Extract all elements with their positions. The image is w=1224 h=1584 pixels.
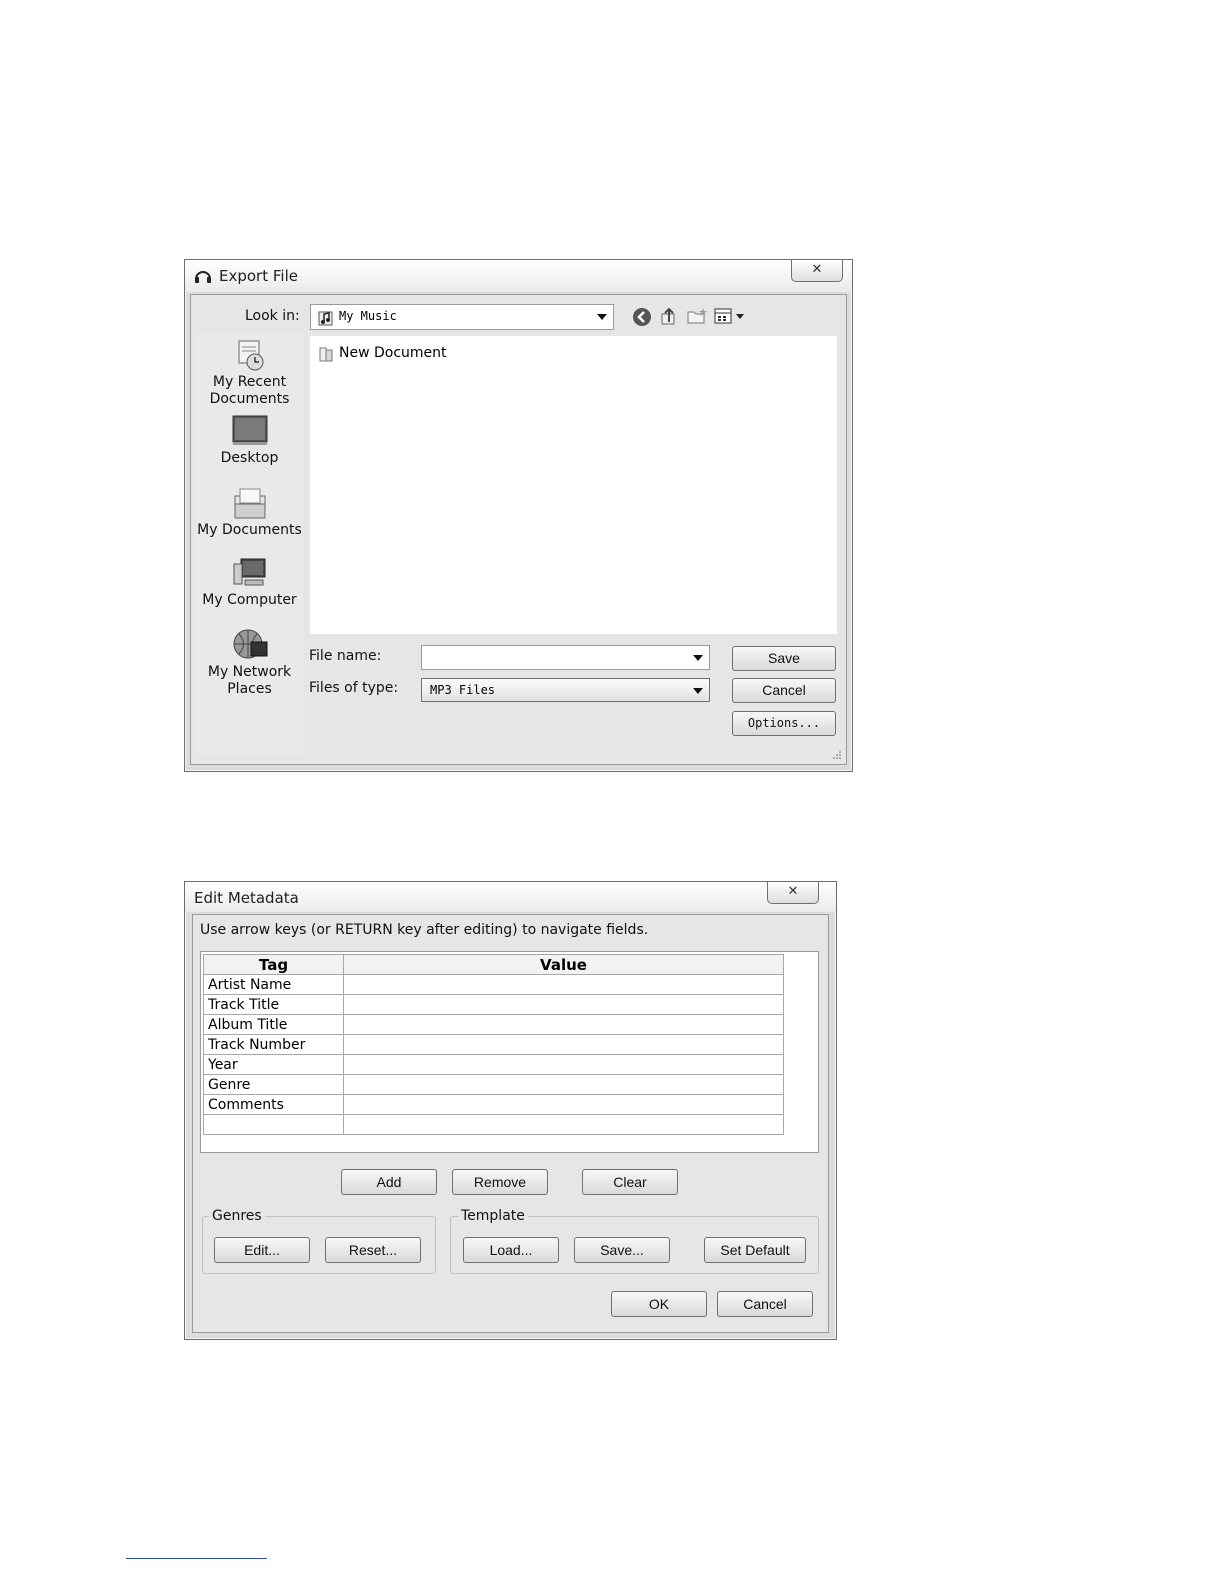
genres-reset-button[interactable]: Reset... (325, 1237, 421, 1263)
music-folder-icon (318, 311, 333, 326)
instructions-text: Use arrow keys (or RETURN key after edit… (200, 922, 649, 938)
chevron-down-icon (693, 655, 703, 661)
metadata-title-bar[interactable]: Edit Metadata ✕ (185, 882, 836, 912)
value-cell[interactable] (343, 1074, 784, 1095)
value-cell[interactable] (343, 1094, 784, 1115)
network-globe-icon (233, 629, 267, 659)
place-label-line1: My Network (207, 664, 292, 680)
table-row[interactable]: Comments (203, 1094, 784, 1115)
files-of-type-value: MP3 Files (430, 683, 496, 697)
file-list[interactable]: New Document (310, 336, 837, 634)
value-cell[interactable] (343, 1014, 784, 1035)
place-label-line1: My Recent (212, 374, 287, 390)
value-cell[interactable] (343, 1114, 784, 1135)
up-folder-icon[interactable] (659, 306, 679, 326)
look-in-label: Look in: (245, 308, 300, 324)
tag-cell[interactable]: Album Title (203, 1014, 344, 1035)
cancel-button[interactable]: Cancel (732, 678, 836, 703)
look-in-value: My Music (339, 309, 397, 323)
table-row[interactable]: Track Number (203, 1034, 784, 1055)
close-icon: ✕ (787, 884, 799, 899)
recent-documents-icon (238, 340, 263, 371)
folder-icon (319, 347, 333, 362)
ok-button[interactable]: OK (611, 1291, 707, 1317)
file-name-label: File name: (309, 648, 382, 664)
column-header-tag[interactable]: Tag (203, 954, 344, 975)
value-cell[interactable] (343, 1034, 784, 1055)
table-row[interactable] (203, 1114, 784, 1135)
value-cell[interactable] (343, 974, 784, 995)
template-save-button[interactable]: Save... (574, 1237, 670, 1263)
set-default-button[interactable]: Set Default (704, 1237, 806, 1263)
genres-group-title: Genres (209, 1208, 265, 1224)
place-desktop[interactable]: Desktop (196, 414, 303, 467)
headphones-icon (195, 271, 211, 283)
close-icon: ✕ (811, 262, 823, 277)
table-row[interactable]: Genre (203, 1074, 784, 1095)
table-row[interactable]: Album Title (203, 1014, 784, 1035)
column-header-value[interactable]: Value (343, 954, 784, 975)
tag-cell[interactable]: Genre (203, 1074, 344, 1095)
chevron-down-icon (597, 314, 607, 320)
tag-cell[interactable]: Year (203, 1054, 344, 1075)
metadata-cancel-button[interactable]: Cancel (717, 1291, 813, 1317)
place-label-line2: Places (227, 681, 272, 697)
footnote-divider (126, 1558, 267, 1559)
my-documents-icon (234, 488, 265, 519)
value-cell[interactable] (343, 994, 784, 1015)
resize-grip-icon[interactable] (830, 748, 842, 760)
files-of-type-select[interactable]: MP3 Files (421, 678, 710, 702)
add-button[interactable]: Add (341, 1169, 437, 1195)
save-button[interactable]: Save (732, 646, 836, 671)
place-label-line2: Documents (209, 391, 290, 407)
computer-icon (233, 558, 265, 586)
tag-cell[interactable]: Track Title (203, 994, 344, 1015)
place-label: My Computer (202, 592, 297, 608)
export-title-bar[interactable]: Export File ✕ (185, 260, 852, 292)
place-my-recent-documents[interactable]: My Recent Documents (196, 338, 303, 408)
place-label: My Documents (197, 522, 302, 538)
metadata-dialog-title: Edit Metadata (194, 889, 299, 907)
value-cell[interactable] (343, 1054, 784, 1075)
export-dialog-title: Export File (219, 267, 298, 285)
files-of-type-label: Files of type: (309, 680, 399, 696)
chevron-down-icon (693, 688, 703, 694)
template-load-button[interactable]: Load... (463, 1237, 559, 1263)
back-icon[interactable] (632, 307, 652, 327)
place-label: Desktop (220, 450, 279, 466)
clear-button[interactable]: Clear (582, 1169, 678, 1195)
metadata-close-button[interactable]: ✕ (767, 882, 819, 904)
tag-cell[interactable] (203, 1114, 344, 1135)
place-my-computer[interactable]: My Computer (196, 556, 303, 609)
new-folder-icon[interactable] (686, 306, 708, 326)
options-button[interactable]: Options... (732, 711, 836, 736)
tag-cell[interactable]: Track Number (203, 1034, 344, 1055)
tag-cell[interactable]: Comments (203, 1094, 344, 1115)
look-in-combo[interactable]: My Music (310, 304, 614, 330)
file-name: New Document (339, 345, 447, 361)
table-row[interactable]: Year (203, 1054, 784, 1075)
table-row[interactable]: Track Title (203, 994, 784, 1015)
metadata-table: Tag Value Artist Name Track Title Album … (203, 954, 784, 1135)
desktop-icon (232, 415, 267, 445)
tag-cell[interactable]: Artist Name (203, 974, 344, 995)
template-group-title: Template (458, 1208, 528, 1224)
export-close-button[interactable]: ✕ (791, 260, 843, 282)
place-my-documents[interactable]: My Documents (196, 486, 303, 539)
metadata-grid[interactable]: Tag Value Artist Name Track Title Album … (200, 951, 819, 1153)
view-menu-icon[interactable] (714, 307, 746, 325)
genres-edit-button[interactable]: Edit... (214, 1237, 310, 1263)
place-my-network-places[interactable]: My Network Places (196, 628, 303, 698)
places-bar: My Recent Documents Desktop My Documents… (196, 334, 303, 754)
file-name-input[interactable] (421, 645, 710, 670)
remove-button[interactable]: Remove (452, 1169, 548, 1195)
table-row[interactable]: Artist Name (203, 974, 784, 995)
